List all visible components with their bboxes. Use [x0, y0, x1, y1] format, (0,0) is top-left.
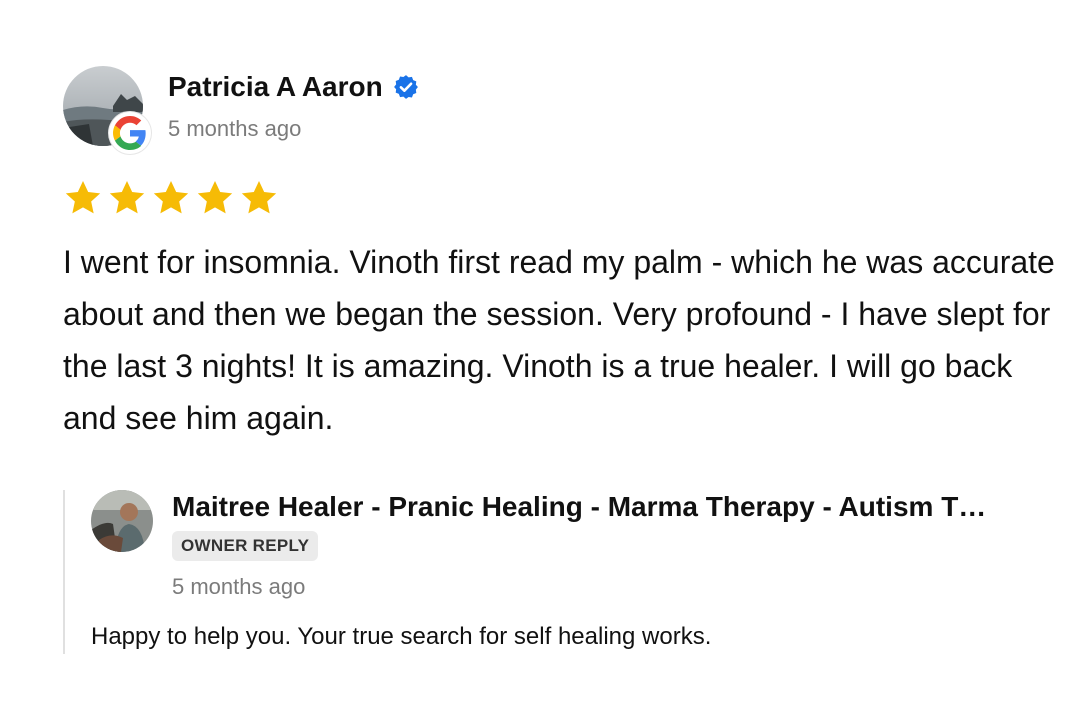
review-timestamp: 5 months ago — [168, 116, 302, 141]
reply-timestamp: 5 months ago — [172, 574, 306, 599]
google-g-icon — [109, 112, 151, 154]
owner-reply: Maitree Healer - Pranic Healing - Marma … — [63, 490, 1065, 654]
verified-badge-icon — [393, 75, 418, 99]
reviewer-name[interactable]: Patricia A Aaron — [168, 70, 419, 104]
star-icon — [109, 181, 145, 214]
reviewer-name-text[interactable]: Patricia A Aaron — [168, 70, 383, 104]
owner-name[interactable]: Maitree Healer - Pranic Healing - Marma … — [172, 490, 1062, 524]
review-body: I went for insomnia. Vinoth first read m… — [63, 244, 1055, 436]
reviewer-avatar[interactable] — [63, 66, 151, 154]
star-icon — [65, 181, 101, 214]
owner-reply-badge: OWNER REPLY — [172, 531, 319, 561]
star-icon — [197, 181, 233, 214]
reply-body: Happy to help you. Your true search for … — [91, 623, 712, 650]
review-card: Patricia A Aaron 5 months ago I went for… — [0, 0, 1072, 704]
star-icon — [153, 181, 189, 214]
owner-avatar[interactable] — [91, 490, 153, 552]
star-rating — [63, 178, 279, 218]
star-icon — [241, 181, 277, 214]
